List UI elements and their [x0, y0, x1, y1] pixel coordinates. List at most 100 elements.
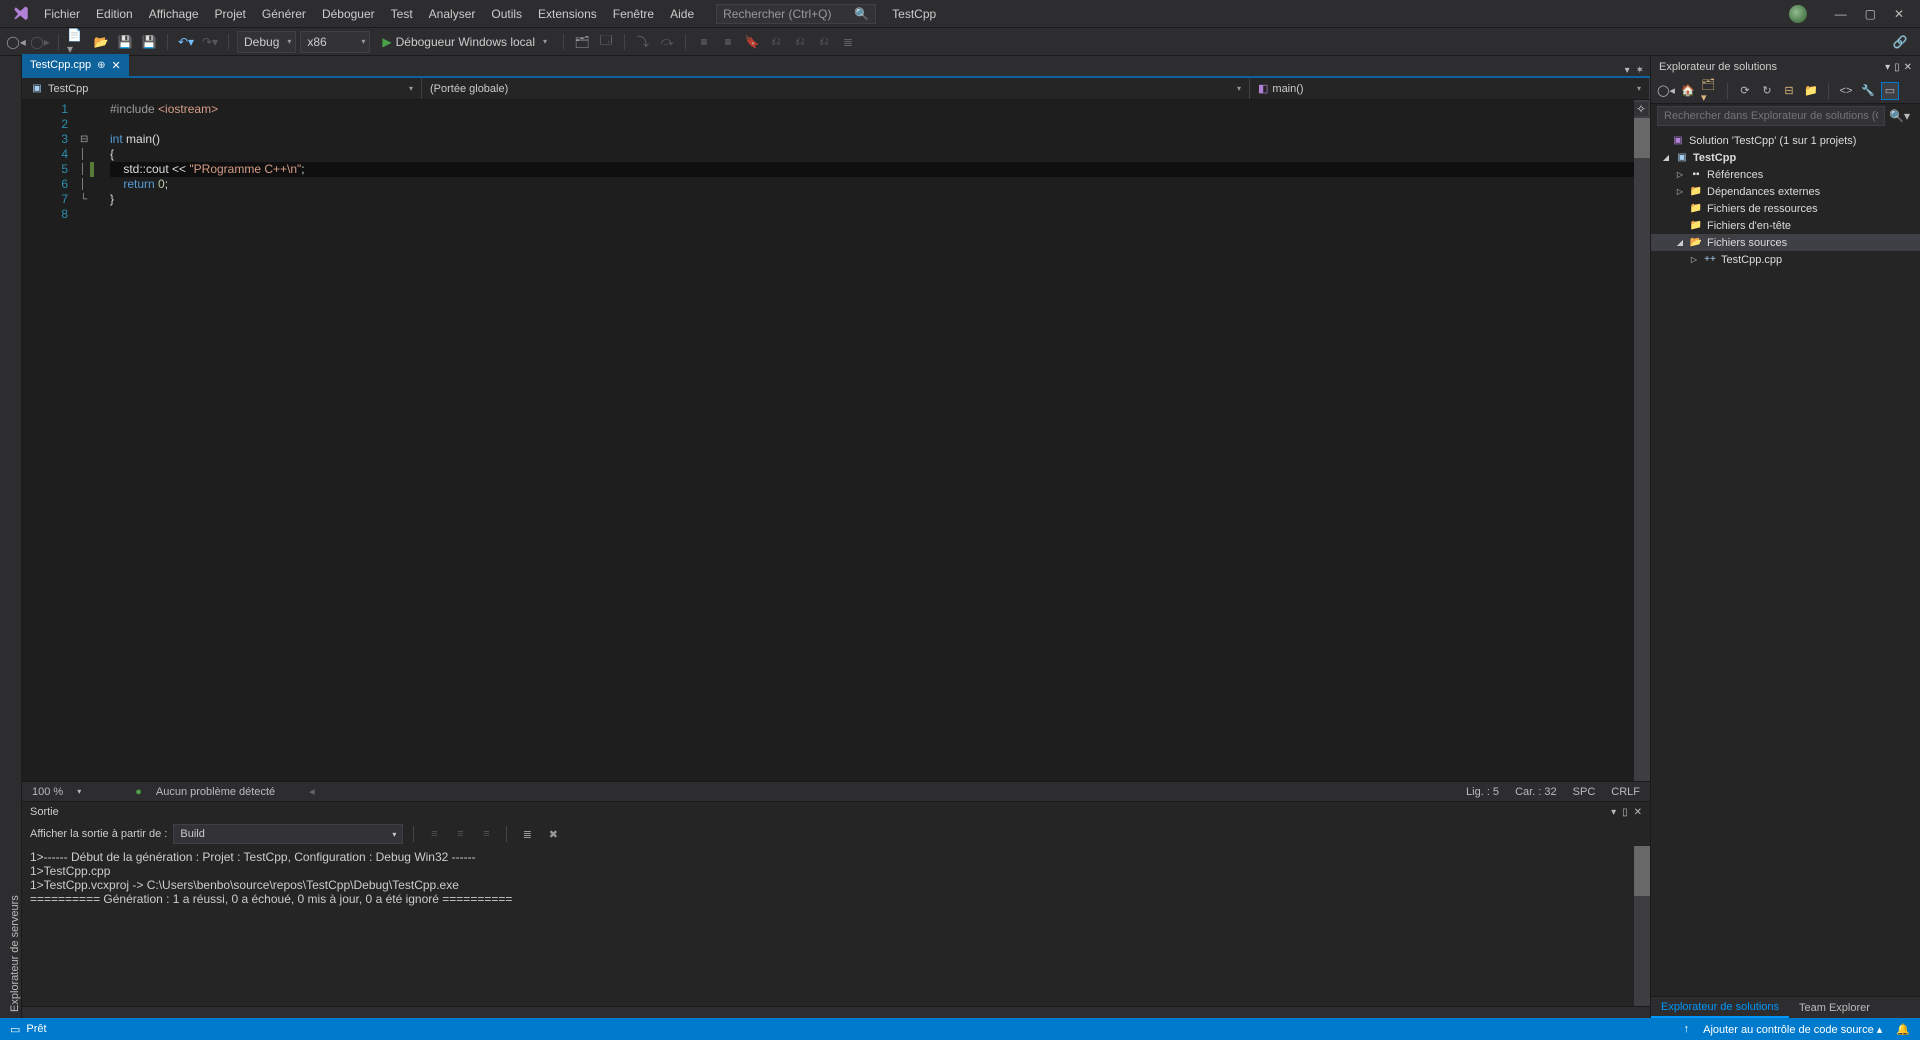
se-properties-button[interactable]: 🔧: [1859, 82, 1877, 100]
se-back-button[interactable]: ◯◂: [1657, 82, 1675, 100]
save-button[interactable]: 💾: [115, 32, 135, 52]
se-preview-button[interactable]: ▭: [1881, 82, 1899, 100]
split-editor-button[interactable]: ✧: [1634, 102, 1648, 116]
account-avatar-icon[interactable]: [1789, 5, 1807, 23]
solution-explorer-search-input[interactable]: [1657, 106, 1885, 126]
uncomment-button[interactable]: ≡: [718, 32, 738, 52]
server-explorer-tab[interactable]: Explorateur de serveurs: [9, 62, 21, 1012]
nav-scope-dropdown[interactable]: (Portée globale) ▾: [422, 78, 1250, 99]
pin-icon[interactable]: ⊕: [97, 60, 105, 71]
close-window-button[interactable]: ✕: [1894, 7, 1904, 21]
back-nav-button[interactable]: ◯◂: [6, 32, 26, 52]
se-home-button[interactable]: 🏠: [1679, 82, 1697, 100]
step-into-button[interactable]: ⤵: [633, 32, 653, 52]
close-tab-button[interactable]: ✕: [112, 59, 121, 72]
configuration-dropdown[interactable]: Debug: [237, 31, 296, 53]
expand-icon[interactable]: ▷: [1675, 170, 1685, 179]
tb-icon-1[interactable]: 🗂: [572, 32, 592, 52]
out-btn-2[interactable]: ≡: [450, 824, 470, 844]
output-close-button[interactable]: ✕: [1634, 807, 1642, 818]
external-deps-node[interactable]: ▷ 📁 Dépendances externes: [1651, 183, 1920, 200]
tb-misc-3[interactable]: ⎌: [814, 32, 834, 52]
insert-mode[interactable]: SPC: [1573, 786, 1596, 798]
out-btn-1[interactable]: ≡: [424, 824, 444, 844]
undo-button[interactable]: ↶▾: [176, 32, 196, 52]
out-btn-3[interactable]: ≡: [476, 824, 496, 844]
menu-edition[interactable]: Edition: [88, 3, 141, 25]
document-tab-active[interactable]: TestCpp.cpp ⊕ ✕: [22, 54, 129, 76]
source-files-node[interactable]: ◢ 📂 Fichiers sources: [1651, 234, 1920, 251]
panel-close-button[interactable]: ✕: [1904, 62, 1912, 73]
menu-fichier[interactable]: Fichier: [36, 3, 88, 25]
redo-button[interactable]: ↷▾: [200, 32, 220, 52]
expand-icon[interactable]: ▷: [1689, 255, 1699, 264]
tb-misc-4[interactable]: ≣: [838, 32, 858, 52]
out-wordwrap-button[interactable]: ≣: [517, 824, 537, 844]
nav-project-dropdown[interactable]: ▣ TestCpp ▾: [22, 78, 422, 99]
menu-test[interactable]: Test: [383, 3, 421, 25]
expand-icon[interactable]: ◢: [1661, 153, 1671, 162]
issues-label[interactable]: Aucun problème détecté: [156, 786, 275, 798]
notifications-icon[interactable]: 🔔: [1896, 1023, 1910, 1036]
fold-gutter[interactable]: ⊟│││└: [80, 100, 90, 222]
expand-icon[interactable]: ◢: [1675, 238, 1685, 247]
forward-nav-button[interactable]: ◯▸: [30, 32, 50, 52]
live-share-icon[interactable]: 🔗: [1894, 32, 1914, 52]
menu-extensions[interactable]: Extensions: [530, 3, 605, 25]
tb-misc-1[interactable]: ⎌: [766, 32, 786, 52]
menu-aide[interactable]: Aide: [662, 3, 702, 25]
out-clear-button[interactable]: ✖: [543, 824, 563, 844]
menu-projet[interactable]: Projet: [207, 3, 254, 25]
resource-files-node[interactable]: 📁 Fichiers de ressources: [1651, 200, 1920, 217]
menu-outils[interactable]: Outils: [483, 3, 530, 25]
line-indicator[interactable]: Lig. : 5: [1466, 786, 1499, 798]
project-node[interactable]: ◢ ▣ TestCpp: [1651, 149, 1920, 166]
quick-search-input[interactable]: Rechercher (Ctrl+Q) 🔍: [716, 4, 876, 24]
output-pin-button[interactable]: ▯: [1622, 807, 1628, 818]
code-editor[interactable]: 12345678 ⊟│││└ #include <iostream> int m…: [22, 100, 1650, 781]
step-over-button[interactable]: ⤼: [657, 32, 677, 52]
solution-node[interactable]: ▣ Solution 'TestCpp' (1 sur 1 projets): [1651, 132, 1920, 149]
editor-vertical-scrollbar[interactable]: ✧: [1634, 100, 1650, 781]
output-menu-button[interactable]: ▾: [1611, 807, 1616, 818]
output-scrollbar[interactable]: [1634, 846, 1650, 1006]
references-node[interactable]: ▷ ▪▪ Références: [1651, 166, 1920, 183]
comment-button[interactable]: ≡: [694, 32, 714, 52]
zoom-chevron-icon[interactable]: ▾: [77, 787, 81, 796]
expand-icon[interactable]: ▷: [1675, 187, 1685, 196]
nav-member-dropdown[interactable]: ◧ main() ▾: [1250, 78, 1650, 99]
se-sync-button[interactable]: ⟳: [1736, 82, 1754, 100]
minimize-button[interactable]: —: [1835, 7, 1847, 21]
solution-tree[interactable]: ▣ Solution 'TestCpp' (1 sur 1 projets) ◢…: [1651, 128, 1920, 996]
se-refresh-button[interactable]: ↻: [1758, 82, 1776, 100]
tab-solution-explorer[interactable]: Explorateur de solutions: [1651, 997, 1789, 1018]
header-files-node[interactable]: 📁 Fichiers d'en-tête: [1651, 217, 1920, 234]
tb-icon-2[interactable]: 🗔: [596, 32, 616, 52]
col-indicator[interactable]: Car. : 32: [1515, 786, 1557, 798]
menu-fenetre[interactable]: Fenêtre: [605, 3, 662, 25]
new-project-button[interactable]: 📄▾: [67, 32, 87, 52]
output-source-dropdown[interactable]: Build ▾: [173, 824, 403, 844]
platform-dropdown[interactable]: x86: [300, 31, 370, 53]
bookmark-button[interactable]: 🔖: [742, 32, 762, 52]
maximize-button[interactable]: ▢: [1865, 7, 1876, 21]
menu-generer[interactable]: Générer: [254, 3, 314, 25]
panel-pin-button[interactable]: ▯: [1894, 62, 1900, 73]
tab-team-explorer[interactable]: Team Explorer: [1789, 997, 1880, 1018]
se-folder-view-button[interactable]: 🗂▾: [1701, 82, 1719, 100]
source-control-button[interactable]: Ajouter au contrôle de code source ▴: [1703, 1023, 1882, 1036]
search-icon[interactable]: 🔍▾: [1885, 109, 1914, 123]
se-collapse-button[interactable]: ⊟: [1780, 82, 1798, 100]
start-debug-button[interactable]: ▶ Débogueur Windows local ▾: [374, 31, 555, 53]
source-file-node[interactable]: ▷ ++ TestCpp.cpp: [1651, 251, 1920, 268]
tab-overflow-button[interactable]: ▾: [1625, 65, 1630, 76]
se-code-button[interactable]: <>: [1837, 82, 1855, 100]
menu-affichage[interactable]: Affichage: [141, 3, 207, 25]
nav-scroll-icon[interactable]: ◂: [309, 785, 315, 798]
save-all-button[interactable]: 💾: [139, 32, 159, 52]
horizontal-scroll-area[interactable]: [22, 1006, 1650, 1018]
tb-misc-2[interactable]: ⎌: [790, 32, 810, 52]
menu-deboguer[interactable]: Déboguer: [314, 3, 383, 25]
output-text[interactable]: 1>------ Début de la génération : Projet…: [22, 846, 1650, 1006]
zoom-level[interactable]: 100 %: [32, 786, 63, 798]
